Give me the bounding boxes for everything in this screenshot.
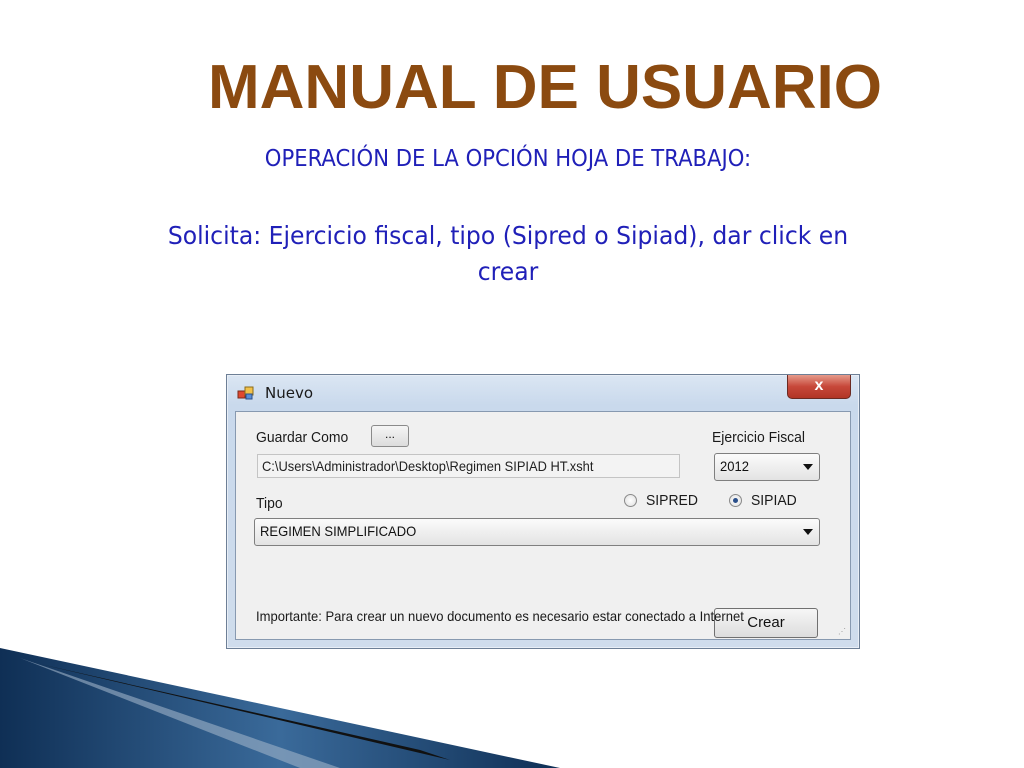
slide-body-line-2: crear (477, 257, 539, 286)
fiscal-year-select[interactable]: 2012 (714, 453, 820, 481)
regime-select[interactable]: REGIMEN SIMPLIFICADO (254, 518, 820, 546)
close-button[interactable]: x (787, 375, 851, 399)
fiscal-year-label: Ejercicio Fiscal (712, 429, 806, 446)
slide-title: MANUAL DE USUARIO (208, 53, 882, 122)
slide-subtitle: OPERACIÓN DE LA OPCIÓN HOJA DE TRABAJO: (264, 146, 752, 172)
regime-value: REGIMEN SIMPLIFICADO (260, 523, 417, 539)
save-path-value: C:\Users\Administrador\Desktop\Regimen S… (262, 458, 594, 474)
decorative-swoosh (0, 648, 560, 768)
slide-body: Solicita: Ejercicio fiscal, tipo (Sipred… (115, 218, 901, 290)
browse-button[interactable]: ... (371, 425, 409, 447)
save-path-field[interactable]: C:\Users\Administrador\Desktop\Regimen S… (257, 454, 680, 478)
radio-sipiad[interactable] (729, 494, 742, 507)
window-app-icon (237, 386, 254, 400)
save-as-label: Guardar Como (256, 429, 349, 446)
internet-required-note: Importante: Para crear un nuevo document… (256, 608, 744, 624)
radio-sipred[interactable] (624, 494, 637, 507)
dialog-titlebar[interactable]: Nuevo x (227, 375, 859, 411)
fiscal-year-value: 2012 (720, 458, 749, 474)
chevron-down-icon (803, 464, 813, 470)
dialog-title: Nuevo (265, 384, 314, 402)
dialog-client-area: Guardar Como ... Ejercicio Fiscal C:\Use… (235, 411, 851, 640)
radio-sipred-label[interactable]: SIPRED (646, 492, 698, 509)
resize-grip-icon[interactable]: ⋰ (838, 627, 848, 637)
radio-sipiad-label[interactable]: SIPIAD (751, 492, 797, 509)
chevron-down-icon (803, 529, 813, 535)
type-label: Tipo (256, 495, 283, 512)
slide-body-line-1: Solicita: Ejercicio fiscal, tipo (Sipred… (167, 221, 849, 250)
nuevo-dialog: Nuevo x Guardar Como ... Ejercicio Fisca… (226, 374, 860, 649)
